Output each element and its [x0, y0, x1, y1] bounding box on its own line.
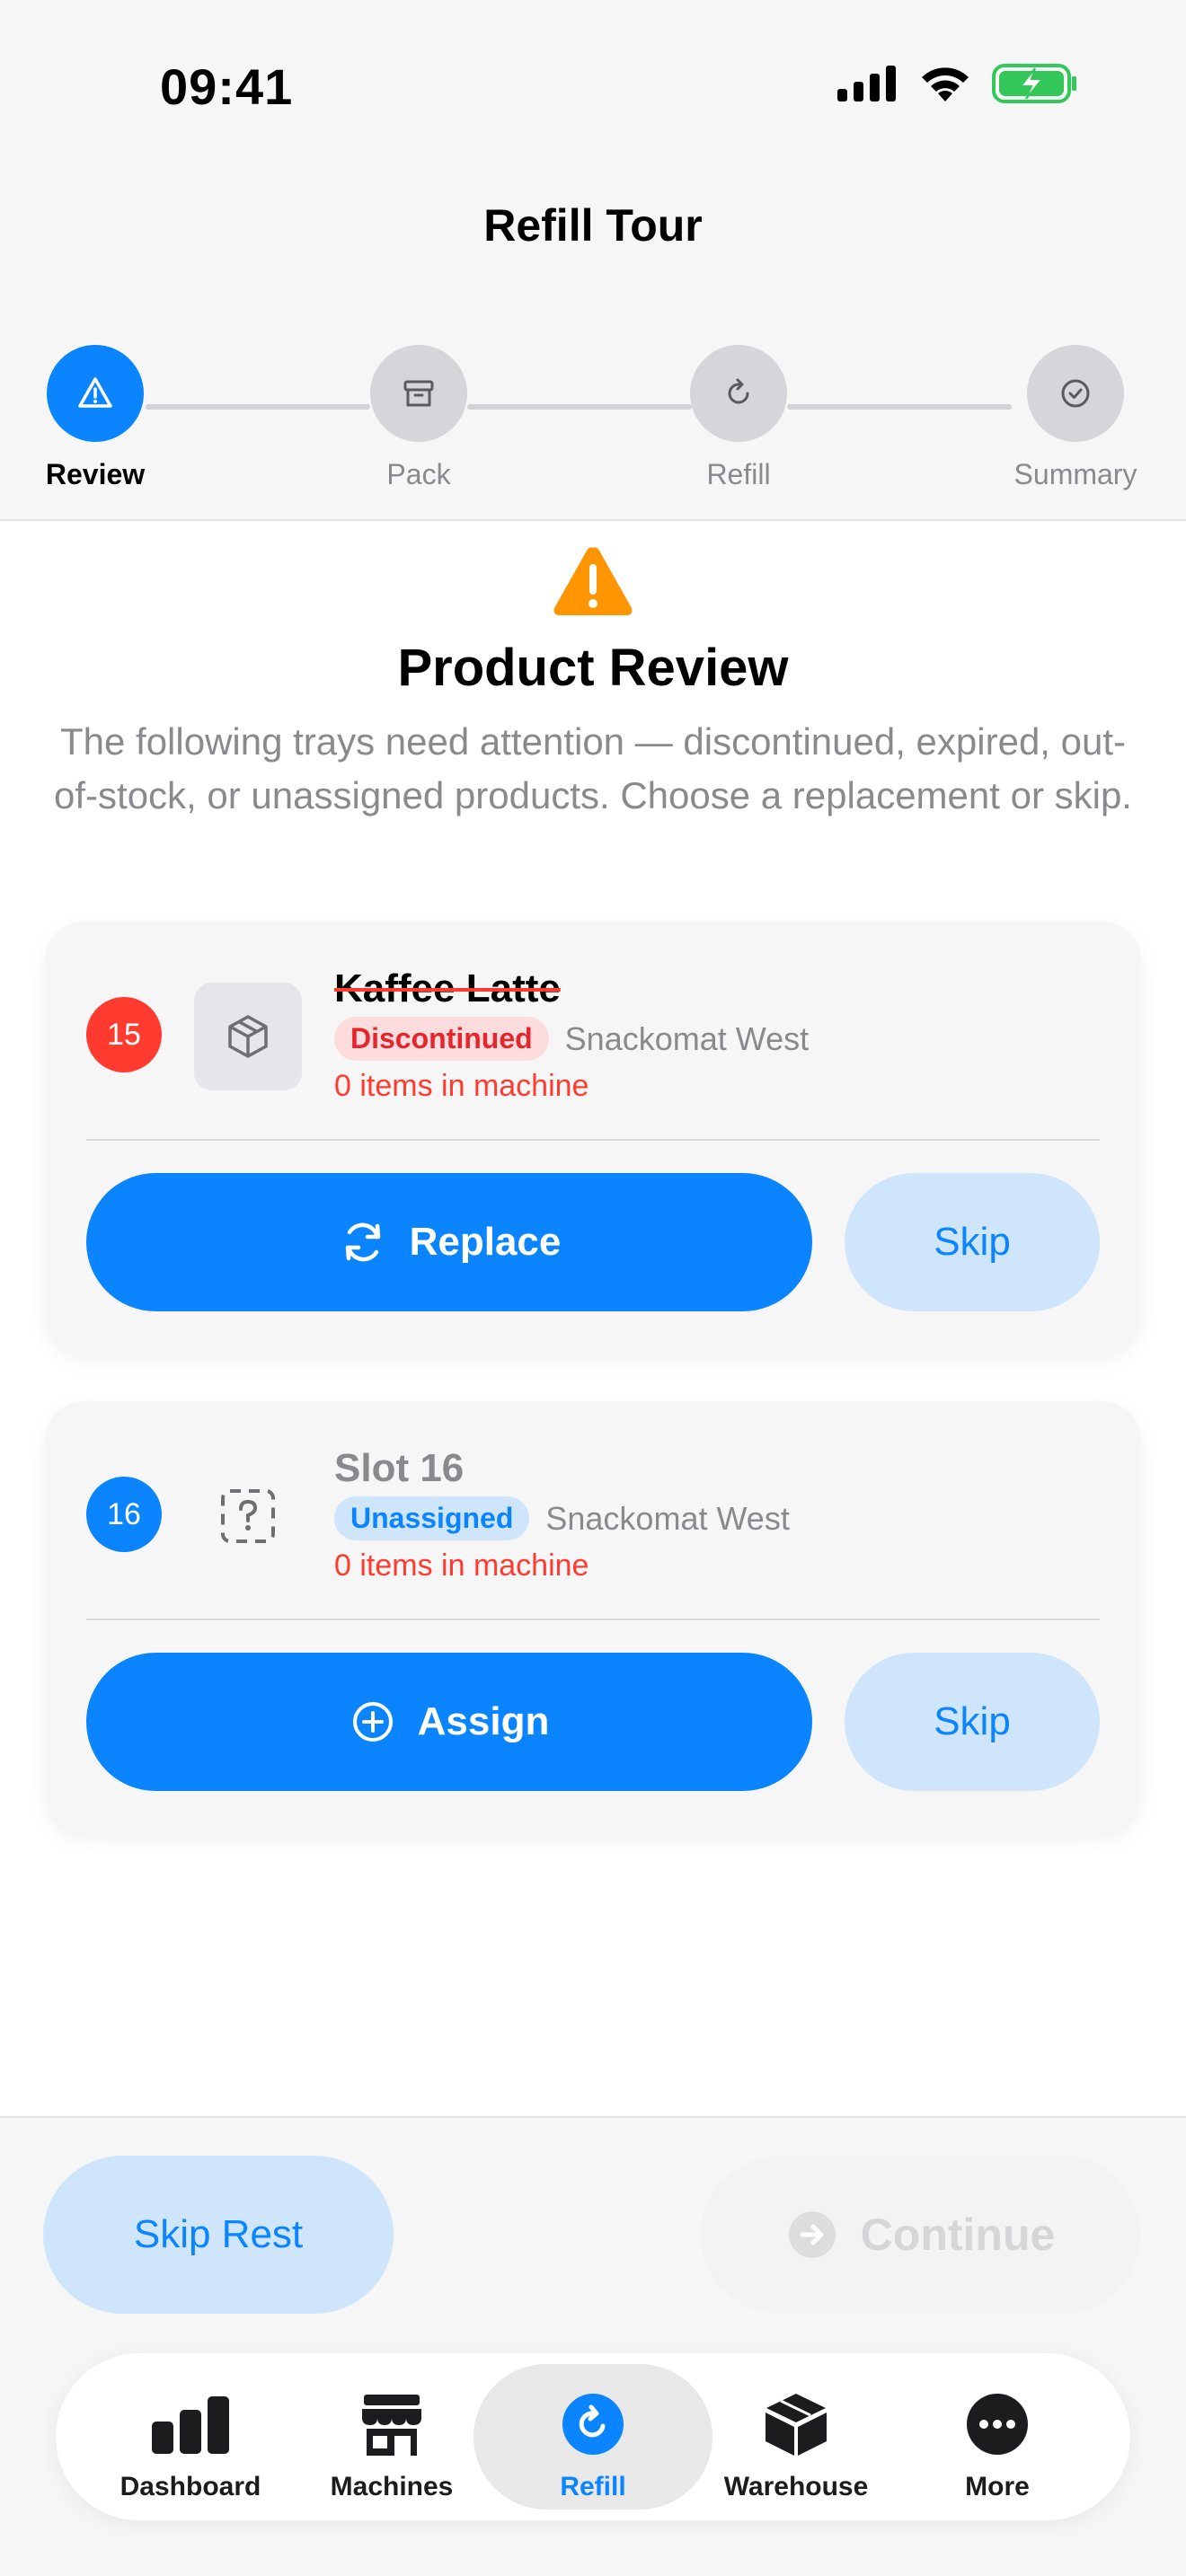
- tab-label: Refill: [560, 2472, 626, 2501]
- step-label: Refill: [706, 458, 771, 490]
- status-badge: Discontinued: [334, 1017, 549, 1061]
- product-thumbnail: [194, 983, 302, 1090]
- cube-icon: [228, 1015, 268, 1058]
- tab-more[interactable]: More: [891, 2364, 1103, 2510]
- assign-button[interactable]: Assign: [86, 1653, 812, 1791]
- refresh-circle-icon: [562, 2394, 624, 2455]
- storefront-icon: [362, 2395, 421, 2456]
- product-meta: Discontinued Snackomat West: [334, 1017, 809, 1061]
- ellipsis-circle-icon: [967, 2394, 1028, 2455]
- product-name: Slot 16: [334, 1446, 465, 1490]
- status-badge: Unassigned: [334, 1496, 530, 1540]
- replace-label: Replace: [409, 1220, 562, 1264]
- section-description: The following trays need attention — dis…: [54, 720, 1132, 816]
- slot-number-badge: 16: [86, 1477, 162, 1552]
- machine-name: Snackomat West: [564, 1019, 810, 1057]
- cellular-signal-icon: [837, 66, 896, 101]
- step-label: Pack: [386, 458, 451, 490]
- tab-refill[interactable]: Refill: [474, 2364, 712, 2510]
- product-meta: Unassigned Snackomat West: [334, 1496, 790, 1540]
- warning-triangle-icon: [553, 547, 633, 615]
- slot-number-badge: 15: [86, 997, 162, 1072]
- stock-count: 0 items in machine: [334, 1069, 589, 1103]
- tray-card: 16 Slot 16 Unassigned Snackomat West 0 i…: [45, 1401, 1141, 1836]
- replace-button[interactable]: Replace: [86, 1173, 812, 1311]
- refresh-icon: [728, 378, 749, 404]
- status-time: 09:41: [160, 58, 294, 115]
- tab-warehouse[interactable]: Warehouse: [690, 2364, 902, 2510]
- step-label: Review: [45, 458, 146, 490]
- stock-count: 0 items in machine: [334, 1548, 589, 1583]
- plus-circle-icon: [352, 1702, 393, 1742]
- product-thumbnail: [194, 1462, 302, 1570]
- tab-bar: Dashboard Machines Refill Warehouse More: [56, 2353, 1130, 2520]
- header: Refill Tour Review Pack Refill Summary: [0, 171, 1186, 521]
- wifi-icon: [922, 67, 969, 101]
- arrow-right-circle-icon: [788, 2211, 836, 2258]
- skip-rest-button[interactable]: Skip Rest: [43, 2156, 394, 2314]
- bottom-bar: Skip Rest Continue Dashboard Machines Re…: [0, 2116, 1186, 2576]
- step-summary[interactable]: Summary: [968, 345, 1183, 491]
- tab-label: Machines: [330, 2472, 454, 2501]
- tab-machines[interactable]: Machines: [286, 2364, 498, 2510]
- skip-button[interactable]: Skip: [845, 1173, 1100, 1311]
- arrows-cycle-icon: [345, 1222, 380, 1262]
- section-title: Product Review: [397, 639, 789, 697]
- step-refill[interactable]: Refill: [631, 345, 846, 491]
- tray-card: 15 Kaffee Latte Discontinued Snackomat W…: [45, 922, 1141, 1356]
- tab-label: More: [965, 2472, 1030, 2501]
- divider: [86, 1619, 1100, 1620]
- tab-label: Dashboard: [119, 2472, 261, 2501]
- archive-box-icon: [403, 380, 434, 407]
- battery-icon: [992, 64, 1076, 103]
- unknown-product-icon: [221, 1489, 275, 1543]
- status-bar: 09:41: [0, 0, 1186, 171]
- continue-label: Continue: [860, 2210, 1056, 2260]
- continue-button[interactable]: Continue: [701, 2156, 1141, 2314]
- warning-triangle-icon: [78, 377, 112, 408]
- status-icons: [837, 63, 1078, 104]
- assign-label: Assign: [417, 1699, 550, 1743]
- tab-label: Warehouse: [723, 2472, 869, 2501]
- divider: [86, 1139, 1100, 1141]
- page-title: Refill Tour: [483, 200, 703, 251]
- progress-stepper: Review Pack Refill Summary: [0, 345, 1186, 491]
- chart-bar-icon: [152, 2396, 229, 2454]
- tab-dashboard[interactable]: Dashboard: [84, 2364, 296, 2510]
- step-pack[interactable]: Pack: [311, 345, 527, 491]
- step-review[interactable]: Review: [0, 345, 203, 491]
- product-name: Kaffee Latte: [334, 966, 561, 1010]
- step-label: Summary: [1013, 458, 1137, 490]
- machine-name: Snackomat West: [545, 1499, 790, 1537]
- checkmark-circle-icon: [1061, 379, 1090, 408]
- cube-icon: [766, 2394, 827, 2456]
- skip-button[interactable]: Skip: [845, 1653, 1100, 1791]
